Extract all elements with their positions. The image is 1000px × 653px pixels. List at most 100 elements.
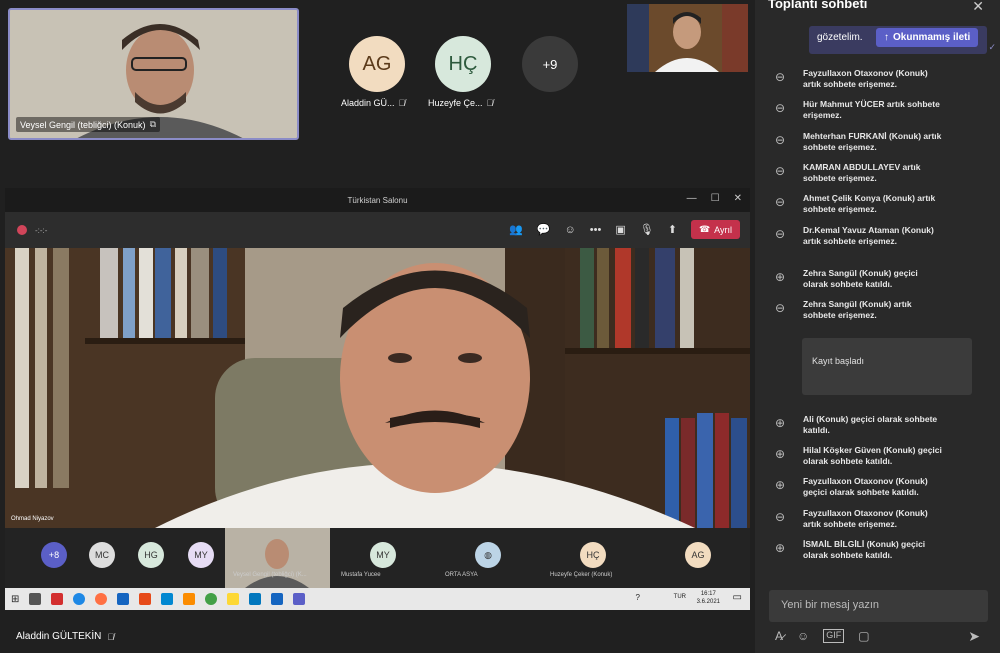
strip-avatar-my2-initials: MY	[376, 550, 390, 560]
strip-video	[245, 539, 309, 588]
maximize-icon[interactable]: ☐	[711, 193, 720, 204]
chat-event-text: Dr.Kemal Yavuz Ataman (Konuk) artık sohb…	[803, 225, 934, 246]
reactions-icon[interactable]: ☺	[565, 224, 576, 236]
strip-avatar-hg-initials: HG	[144, 550, 158, 560]
send-icon[interactable]: ➤	[968, 628, 980, 645]
person-join-icon: ⊕	[775, 478, 786, 492]
mic-off-icon: 🎙̸	[107, 631, 115, 642]
chat-event: ⊕ Zehra Sangül (Konuk) geçici olarak sohb…	[775, 268, 943, 290]
strip-avatar-mc[interactable]: MC	[89, 542, 115, 568]
emoji-icon[interactable]: ☺	[797, 629, 809, 643]
speaker-video-tile[interactable]: Veysel Gengil (tebliğci) (Konuk) ⧉	[8, 8, 299, 140]
skype-icon[interactable]	[161, 593, 174, 605]
strip-avatar-ag[interactable]: AG	[685, 542, 711, 568]
mic-icon[interactable]: 🎙	[640, 223, 654, 236]
help-icon[interactable]: ?	[636, 593, 640, 602]
avatar-ag-initials: AG	[362, 52, 392, 75]
strip-avatar-ag-initials: AG	[691, 550, 705, 560]
toolbar-actions: 👥 💬 ☺ ••• ▣ 🎙 ⬆ ☎ Ayrıl	[509, 220, 740, 239]
share-screen-icon[interactable]: ⬆	[668, 223, 677, 236]
read-receipt-icon: ✓	[988, 42, 996, 52]
more-options-icon[interactable]: •••	[590, 224, 602, 236]
powerpoint-icon[interactable]	[139, 593, 152, 605]
chat-event-text: Zehra Sangül (Konuk) geçici olarak sohbe…	[803, 268, 918, 289]
avatar-ag-name: Aladdin GÜ...	[341, 98, 395, 108]
strip-overflow[interactable]: +8	[41, 542, 67, 568]
recording-started-text: Kayıt başladı	[812, 356, 865, 366]
chrome-icon[interactable]	[205, 593, 218, 605]
recording-started-card[interactable]: Kayıt başladı	[802, 338, 972, 395]
participants-icon[interactable]: 👥	[509, 223, 523, 236]
message-compose-input[interactable]: Yeni bir mesaj yazın	[769, 590, 988, 622]
strip-hc-label: Huzeyfe Çeker (Konuk)	[550, 572, 613, 578]
outlook-icon[interactable]	[117, 593, 130, 605]
teams-icon[interactable]	[293, 593, 306, 605]
firefox-icon[interactable]	[95, 593, 108, 605]
folder-icon[interactable]	[227, 593, 240, 605]
meeting-stage: Veysel Gengil (tebliğci) (Konuk) ⧉ AG Al…	[0, 0, 755, 653]
photos-icon[interactable]	[249, 593, 262, 605]
keyboard-layout[interactable]: TUR	[674, 594, 686, 600]
strip-video-tile[interactable]	[225, 528, 330, 588]
avatar-ag[interactable]: AG	[349, 36, 405, 92]
sticker-icon[interactable]: ▢	[858, 629, 869, 643]
chat-event-text: Fayzullaxon Otaxonov (Konuk) artık sohbe…	[803, 68, 928, 89]
person-leave-icon: ⊖	[775, 227, 786, 241]
taskbar-clock[interactable]: 16:17 3.6.2021	[697, 590, 720, 606]
chat-event: ⊕ Fayzullaxon Otaxonov (Konuk) geçici ola…	[775, 476, 943, 498]
strip-overflow-count: +8	[48, 550, 60, 560]
chat-event: ⊖ Fayzullaxon Otaxonov (Konuk) artık sohb…	[775, 508, 943, 530]
speaker-name: Veysel Gengil (tebliğci) (Konuk)	[20, 119, 146, 130]
close-icon[interactable]: ✕	[972, 0, 984, 15]
close-icon[interactable]: ✕	[734, 193, 742, 204]
participant-video	[627, 4, 748, 72]
leave-button[interactable]: ☎ Ayrıl	[690, 220, 740, 239]
recording-icon	[17, 225, 27, 235]
person-join-icon: ⊕	[775, 541, 786, 555]
strip-avatar-orta-asya[interactable]: ◍	[475, 542, 501, 568]
chat-event: ⊕ İSMAİL BİLGİLİ (Konuk) geçici olarak so…	[775, 539, 943, 561]
strip-avatar-my2[interactable]: MY	[370, 542, 396, 568]
chat-event-text: Zehra Sangül (Konuk) artık sohbete erişe…	[803, 299, 912, 320]
phone-icon: ☎	[698, 224, 711, 234]
word-icon[interactable]	[271, 593, 284, 605]
gif-icon[interactable]: GIF	[823, 629, 845, 643]
arrow-up-icon: ↑	[884, 32, 889, 43]
self-name: Aladdin GÜLTEKİN	[16, 631, 102, 642]
format-icon[interactable]: A̷	[775, 629, 783, 643]
more-participants-button[interactable]: +9	[522, 36, 578, 92]
strip-avatar-my2-label: Mustafa Yucee	[341, 572, 381, 578]
vlc-icon[interactable]	[183, 593, 196, 605]
clock-time: 16:17	[700, 591, 716, 597]
pdf-app-icon[interactable]	[51, 593, 64, 605]
windows-start-icon[interactable]: ⊞	[11, 594, 19, 605]
mic-off-icon: 🎙̸	[486, 98, 494, 108]
mic-off-icon: 🎙̸	[398, 98, 406, 108]
notifications-icon[interactable]: ▭	[733, 592, 742, 603]
person-leave-icon: ⊖	[775, 101, 786, 115]
strip-avatar-mc-initials: MC	[95, 550, 109, 560]
task-view-icon[interactable]	[29, 593, 42, 605]
self-name-label: Aladdin GÜLTEKİN 🎙̸	[16, 631, 114, 642]
shared-screen: Türkistan Salonu — ☐ ✕ -:-:- 👥 💬 ☺ ••• ▣…	[5, 188, 750, 610]
chat-event-text: Hilal Köşker Güven (Konuk) geçici olarak…	[803, 445, 942, 466]
chat-event-text: Fayzullaxon Otaxonov (Konuk) geçici olar…	[803, 476, 928, 497]
strip-avatar-hg[interactable]: HG	[138, 542, 164, 568]
edge-icon[interactable]	[73, 593, 86, 605]
leave-label: Ayrıl	[714, 224, 732, 235]
avatar-hc[interactable]: HÇ	[435, 36, 491, 92]
compose-toolbar: A̷ ☺ GIF ▢	[775, 629, 870, 643]
chat-icon[interactable]: 💬	[537, 223, 551, 236]
strip-avatar-my[interactable]: MY	[188, 542, 214, 568]
camera-icon[interactable]: ▣	[615, 223, 625, 236]
unread-messages-button[interactable]: ↑ Okunmamış ileti	[876, 28, 979, 47]
compose-placeholder: Yeni bir mesaj yazın	[781, 599, 880, 611]
minimize-icon[interactable]: —	[687, 193, 697, 204]
participant-video-tile[interactable]	[627, 4, 748, 72]
chat-event-text: Hür Mahmut YÜCER artık sohbete erişemez.	[803, 99, 940, 120]
window-title: Türkistan Salonu	[347, 195, 408, 205]
avatar-hc-initials: HÇ	[448, 52, 478, 75]
main-speaker-scene	[5, 248, 750, 528]
chat-event-text: Fayzullaxon Otaxonov (Konuk) artık sohbe…	[803, 508, 928, 529]
strip-avatar-hc[interactable]: HÇ	[580, 542, 606, 568]
